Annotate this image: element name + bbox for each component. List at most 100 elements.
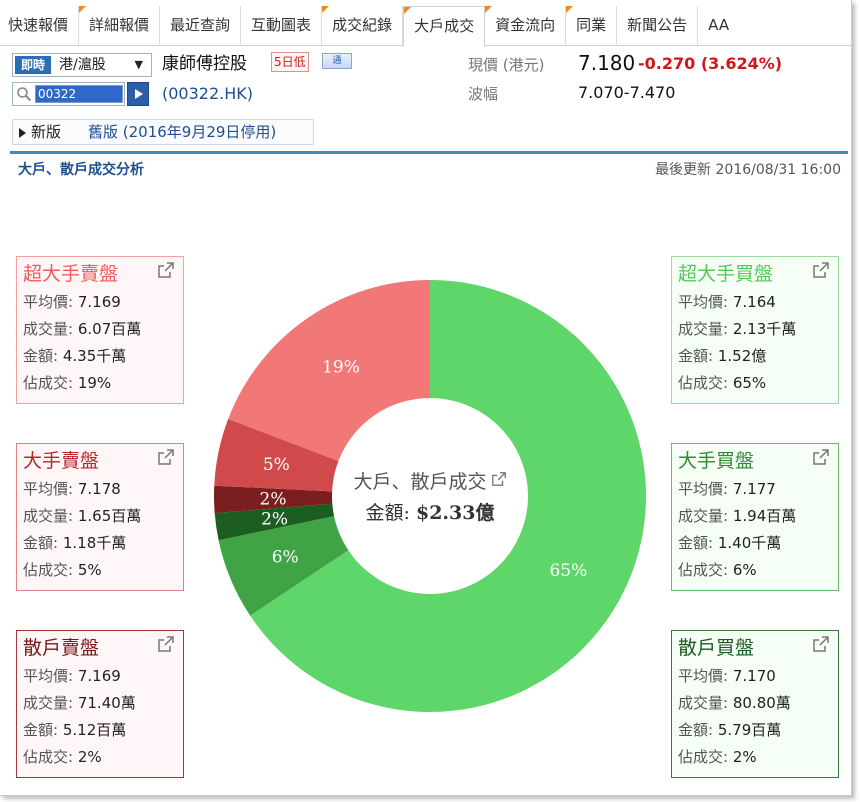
- field-label: 佔成交:: [23, 374, 74, 392]
- external-link-icon[interactable]: [491, 471, 507, 487]
- quote-header: 即時 港/滬股 ▼ 康師傅控股 5日低 通 (00322.HK) 現價 (港元)…: [12, 50, 842, 110]
- amount-row: 金額: 1.52億: [678, 343, 832, 370]
- card-title: 大手賣盤: [23, 450, 100, 472]
- market-select-value: 港/滬股: [59, 57, 106, 73]
- large-buy-card: 大手買盤 平均價: 7.177 成交量: 1.94百萬 金額: 1.40千萬 佔…: [671, 443, 839, 591]
- avg-price-row: 平均價: 7.170: [678, 663, 832, 690]
- amount-value: 1.40千萬: [717, 534, 782, 552]
- amount-value: 5.12百萬: [62, 721, 127, 739]
- field-label: 平均價:: [23, 667, 74, 685]
- share-value: 6%: [732, 561, 757, 579]
- range-label: 波幅: [468, 85, 499, 103]
- external-link-icon[interactable]: [812, 448, 830, 466]
- donut-amount-value: $2.33億: [415, 502, 495, 524]
- tab-large-trades[interactable]: 大戶成交: [403, 6, 486, 47]
- tab-quick-quote[interactable]: 快速報價: [0, 6, 80, 46]
- amount-row: 金額: 4.35千萬: [23, 343, 177, 370]
- field-label: 佔成交:: [678, 561, 729, 579]
- donut-slice-label-5: 19%: [322, 358, 360, 378]
- amount-row: 金額: 5.79百萬: [678, 717, 832, 744]
- share-value: 2%: [77, 748, 102, 766]
- tab-detailed-quote[interactable]: 詳細報價: [79, 6, 161, 46]
- price-change: -0.270 (3.624%): [638, 54, 783, 73]
- field-label: 平均價:: [678, 667, 729, 685]
- avg-price-value: 7.177: [732, 480, 776, 498]
- tab-label: 快速報價: [8, 16, 69, 34]
- card-title: 散戶賣盤: [23, 637, 100, 659]
- external-link-icon[interactable]: [157, 261, 175, 279]
- stock-code-input[interactable]: [35, 85, 123, 103]
- market-select[interactable]: 即時 港/滬股 ▼: [12, 53, 152, 77]
- page-frame: 快速報價 詳細報價 最近查詢 互動圖表 成交紀錄 大戶成交 資金流向 同業 新聞…: [0, 0, 852, 796]
- volume-row: 成交量: 6.07百萬: [23, 316, 177, 343]
- donut-slice-label-4: 5%: [263, 455, 290, 475]
- notice-tag-icon[interactable]: 通: [322, 53, 352, 69]
- tab-corner-marker: [566, 6, 574, 13]
- search-go-button[interactable]: [127, 82, 149, 106]
- tab-trade-record[interactable]: 成交紀錄: [322, 6, 404, 46]
- old-version-link[interactable]: 舊版 (2016年9月29日停用): [88, 120, 276, 144]
- field-label: 佔成交:: [678, 374, 729, 392]
- volume-row: 成交量: 1.94百萬: [678, 503, 832, 530]
- avg-price-value: 7.164: [732, 293, 776, 311]
- external-link-icon[interactable]: [157, 448, 175, 466]
- tab-label: 詳細報價: [89, 16, 150, 34]
- card-title: 散戶買盤: [678, 637, 755, 659]
- tab-peers[interactable]: 同業: [566, 6, 618, 46]
- volume-value: 2.13千萬: [732, 320, 797, 338]
- avg-price-row: 平均價: 7.177: [678, 476, 832, 503]
- share-value: 5%: [77, 561, 102, 579]
- external-link-icon[interactable]: [157, 635, 175, 653]
- volume-row: 成交量: 71.40萬: [23, 690, 177, 717]
- tab-label: 新聞公告: [627, 16, 688, 34]
- tab-label: 資金流向: [495, 16, 556, 34]
- volume-value: 1.65百萬: [77, 507, 142, 525]
- field-label: 成交量:: [23, 507, 74, 525]
- retail-buy-card: 散戶買盤 平均價: 7.170 成交量: 80.80萬 金額: 5.79百萬 佔…: [671, 630, 839, 778]
- donut-slice-label-2: 2%: [261, 509, 288, 529]
- stock-search: [12, 82, 125, 106]
- tab-label: AA: [708, 16, 730, 34]
- share-row: 佔成交: 2%: [23, 744, 177, 771]
- font-size-button[interactable]: AA: [698, 6, 729, 46]
- tab-corner-marker: [485, 6, 493, 13]
- new-version-link[interactable]: 新版: [31, 120, 61, 144]
- avg-price-value: 7.178: [77, 480, 121, 498]
- field-label: 成交量:: [678, 320, 729, 338]
- tab-label: 大戶成交: [414, 17, 475, 35]
- field-label: 成交量:: [678, 507, 729, 525]
- field-label: 成交量:: [23, 694, 74, 712]
- tab-fund-flow[interactable]: 資金流向: [485, 6, 567, 46]
- avg-price-row: 平均價: 7.164: [678, 289, 832, 316]
- tab-news[interactable]: 新聞公告: [617, 6, 699, 46]
- tab-label: 同業: [576, 16, 607, 34]
- share-row: 佔成交: 65%: [678, 370, 832, 397]
- five-day-low-tag[interactable]: 5日低: [271, 52, 309, 72]
- field-label: 金額:: [678, 347, 714, 365]
- tab-corner-marker: [79, 6, 87, 13]
- volume-row: 成交量: 80.80萬: [678, 690, 832, 717]
- section-divider: [10, 151, 848, 154]
- share-value: 2%: [732, 748, 757, 766]
- donut-center-label: 大戶、散戶成交 金額: $2.33億: [330, 468, 530, 530]
- tab-recent-search[interactable]: 最近查詢: [160, 6, 242, 46]
- donut-slice-label-0: 65%: [549, 561, 587, 581]
- external-link-icon[interactable]: [812, 261, 830, 279]
- volume-value: 80.80萬: [732, 694, 791, 712]
- avg-price-row: 平均價: 7.169: [23, 663, 177, 690]
- amount-value: 5.79百萬: [717, 721, 782, 739]
- field-label: 佔成交:: [23, 748, 74, 766]
- volume-value: 71.40萬: [77, 694, 136, 712]
- field-label: 成交量:: [678, 694, 729, 712]
- search-icon: [17, 87, 32, 102]
- volume-row: 成交量: 1.65百萬: [23, 503, 177, 530]
- avg-price-row: 平均價: 7.169: [23, 289, 177, 316]
- share-value: 19%: [77, 374, 112, 392]
- field-label: 成交量:: [23, 320, 74, 338]
- field-label: 金額:: [678, 534, 714, 552]
- large-sell-card: 大手賣盤 平均價: 7.178 成交量: 1.65百萬 金額: 1.18千萬 佔…: [16, 443, 184, 591]
- amount-value: 4.35千萬: [62, 347, 127, 365]
- tab-interactive-chart[interactable]: 互動圖表: [241, 6, 323, 46]
- share-row: 佔成交: 19%: [23, 370, 177, 397]
- external-link-icon[interactable]: [812, 635, 830, 653]
